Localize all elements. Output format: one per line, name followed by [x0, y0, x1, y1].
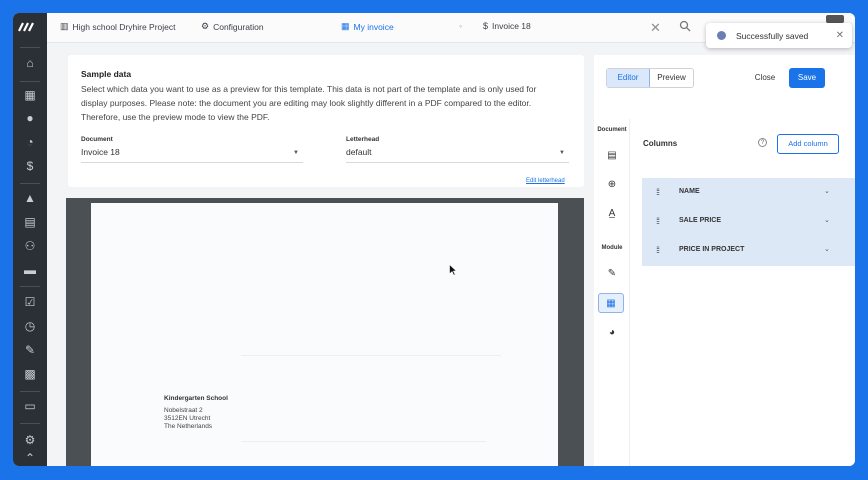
document-select-value: Invoice 18	[81, 147, 120, 157]
sample-data-card: Sample data Select which data you want t…	[68, 55, 584, 187]
letterhead-select-value: default	[346, 147, 372, 157]
breadcrumb-template-label: My invoice	[353, 21, 394, 32]
address-line: Nobelstraat 2	[164, 407, 203, 414]
mouse-cursor-icon	[449, 264, 457, 276]
pencil-icon[interactable]: ✎	[605, 267, 619, 281]
left-navigation-rail: ⌂ ▦ ● ◔ $ ▲ ▤ ⚇ ▬ ☑ ◷ ✎ ▩ ▭ ⚙ ⌃	[13, 13, 47, 466]
rail-divider	[20, 183, 40, 184]
letterhead-select[interactable]: default ▼	[346, 147, 569, 163]
column-row[interactable]: ⁞⁞ PRICE IN PROJECT ⌄	[642, 236, 855, 265]
tasks-icon[interactable]: ☑	[23, 295, 37, 309]
document-field-label: Document	[81, 136, 113, 143]
crew-card-icon[interactable]: ▤	[23, 215, 37, 229]
edit-letterhead-link[interactable]: Edit letterhead	[526, 178, 565, 184]
document-page[interactable]: Kindergarten School Nobelstraat 2 3512EN…	[91, 203, 558, 466]
page-divider	[241, 355, 501, 356]
recipient-address-block: Kindergarten School Nobelstraat 2 3512EN…	[164, 395, 228, 431]
drag-handle-icon[interactable]: ⁞⁞	[656, 187, 660, 197]
time-icon[interactable]: ◷	[23, 319, 37, 333]
chevron-down-icon[interactable]: ⌄	[824, 216, 830, 224]
template-icon: ▦	[341, 21, 350, 31]
document-section-label: Document	[597, 127, 627, 133]
close-icon[interactable]: ✕	[650, 20, 661, 36]
calendar-icon[interactable]: ▦	[23, 88, 37, 102]
close-button[interactable]: Close	[748, 68, 782, 88]
success-toast: Successfully saved ✕	[706, 23, 852, 48]
column-list: ⁞⁞ NAME ⌄ ⁞⁞ SALE PRICE ⌄ ⁞⁞ PRICE IN PR…	[642, 178, 855, 266]
settings-gear-icon[interactable]: ⚙	[23, 433, 37, 447]
caret-down-icon: ▼	[559, 150, 565, 156]
sample-data-description: Select which data you want to use as a p…	[81, 84, 537, 122]
reports-icon[interactable]: ▩	[23, 367, 37, 381]
palette-icon[interactable]: ◕	[605, 326, 619, 340]
vehicles-icon[interactable]: ▬	[23, 263, 37, 277]
save-button[interactable]: Save	[789, 68, 825, 88]
rail-divider	[20, 47, 40, 48]
rail-divider	[20, 81, 40, 82]
table-module-icon[interactable]: ▦	[598, 293, 624, 313]
drag-handle-icon[interactable]: ⁞⁞	[656, 245, 660, 255]
avatar[interactable]	[826, 15, 844, 23]
module-section-label: Module	[601, 245, 623, 251]
document-canvas: Kindergarten School Nobelstraat 2 3512EN…	[66, 198, 584, 466]
text-style-icon[interactable]: A̲	[605, 207, 619, 221]
breadcrumb-invoice-label: Invoice 18	[492, 21, 531, 31]
page-divider	[241, 441, 486, 442]
invoice-icon: $	[483, 21, 489, 31]
breadcrumb-project-label: High school Dryhire Project	[72, 21, 176, 32]
search-icon[interactable]	[679, 20, 691, 32]
breadcrumb-project[interactable]: ▥ High school Dryhire Project	[60, 21, 176, 32]
add-column-button[interactable]: Add column	[777, 134, 839, 154]
company-name: Kindergarten School	[164, 395, 228, 402]
breadcrumb-separator: ◦	[459, 21, 462, 31]
team-icon[interactable]: ⚇	[23, 239, 37, 253]
address-line: The Netherlands	[164, 423, 213, 430]
tab-editor[interactable]: Editor	[607, 69, 650, 87]
tab-preview[interactable]: Preview	[650, 69, 693, 87]
drag-handle-icon[interactable]: ⁞⁞	[656, 216, 660, 226]
sample-data-title: Sample data	[81, 69, 132, 79]
caret-down-icon: ▼	[293, 150, 299, 156]
address-line: 3512EN Utrecht	[164, 415, 211, 422]
collapse-chevron-icon[interactable]: ⌃	[23, 451, 37, 465]
contacts-icon[interactable]: ●	[23, 111, 37, 125]
chevron-down-icon[interactable]: ⌄	[824, 245, 830, 253]
finance-icon[interactable]: $	[23, 159, 37, 173]
element-toolbar: Document ▤ ⊕ A̲ Module ✎ ▦ ◕	[594, 119, 630, 466]
column-row[interactable]: ⁞⁞ SALE PRICE ⌄	[642, 207, 855, 236]
maintenance-icon[interactable]: ✎	[23, 343, 37, 357]
mode-tabs: Editor Preview	[606, 68, 694, 88]
letterhead-field-label: Letterhead	[346, 136, 380, 143]
column-name: NAME	[679, 188, 700, 195]
add-circle-icon[interactable]: ⊕	[605, 178, 619, 192]
success-icon	[717, 31, 726, 40]
app-logo-icon[interactable]	[18, 22, 42, 32]
breadcrumb-template[interactable]: ▦ My invoice	[341, 21, 394, 32]
gear-icon: ⚙	[201, 21, 210, 31]
breadcrumb-configuration[interactable]: ⚙ Configuration	[201, 21, 264, 32]
circle-separator-icon: ◦	[459, 21, 463, 31]
app-window: ⌂ ▦ ● ◔ $ ▲ ▤ ⚇ ▬ ☑ ◷ ✎ ▩ ▭ ⚙ ⌃ ▥ High s…	[13, 13, 855, 466]
toast-message: Successfully saved	[736, 30, 809, 41]
column-name: SALE PRICE	[679, 217, 722, 224]
dashboard-icon[interactable]: ◔	[23, 135, 37, 149]
editor-panel: Editor Preview Close Save Document ▤ ⊕ A…	[594, 55, 855, 466]
columns-title: Columns	[643, 139, 678, 148]
warehouse-icon[interactable]: ⌂	[23, 56, 37, 70]
column-row[interactable]: ⁞⁞ NAME ⌄	[642, 178, 855, 207]
breadcrumb-configuration-label: Configuration	[213, 21, 264, 32]
rail-divider	[20, 391, 40, 392]
messages-icon[interactable]: ▭	[23, 399, 37, 413]
chevron-down-icon[interactable]: ⌄	[824, 187, 830, 195]
breadcrumb-invoice[interactable]: $ Invoice 18	[483, 21, 531, 31]
document-select[interactable]: Invoice 18 ▼	[81, 147, 303, 163]
help-icon[interactable]: ?	[758, 138, 767, 147]
rail-divider	[20, 423, 40, 424]
inventory-icon[interactable]: ▲	[23, 191, 37, 205]
column-name: PRICE IN PROJECT	[679, 246, 745, 253]
toast-close-icon[interactable]: ✕	[836, 30, 844, 41]
table-icon[interactable]: ▤	[605, 149, 619, 163]
rail-divider	[20, 286, 40, 287]
project-icon: ▥	[60, 21, 69, 31]
